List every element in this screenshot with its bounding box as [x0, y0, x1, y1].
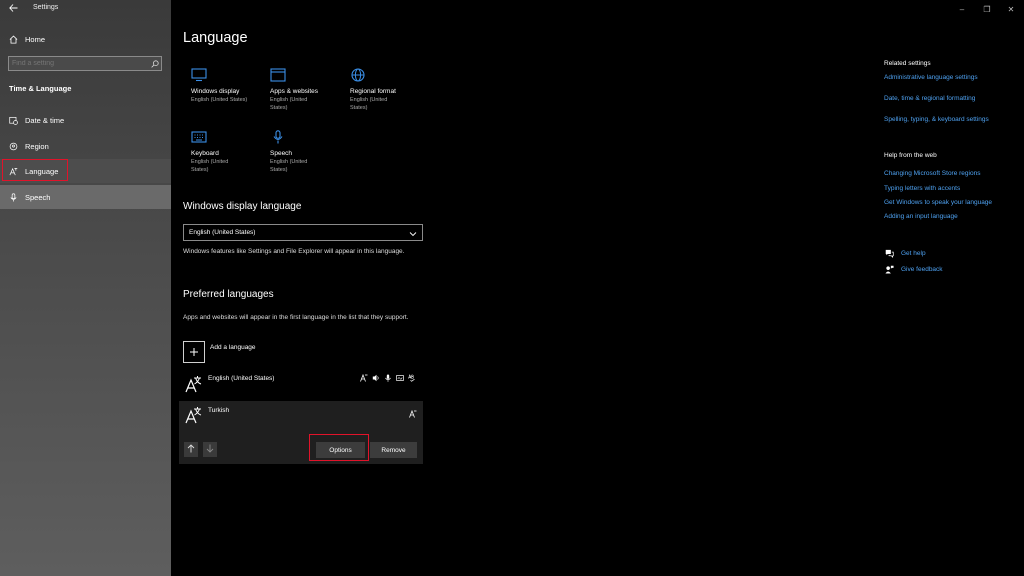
tile-name: Keyboard: [191, 150, 219, 157]
page-title: Language: [183, 30, 248, 46]
tile-name: Speech: [270, 150, 293, 157]
language-glyph-icon: [185, 375, 203, 393]
language-name: English (United States): [208, 375, 275, 382]
language-row-english[interactable]: English (United States): [179, 371, 423, 399]
get-help-row[interactable]: Get help: [884, 248, 926, 258]
microphone-icon: [270, 130, 286, 144]
title-bar: Settings: [0, 0, 171, 18]
app-title: Settings: [33, 4, 59, 11]
link-spelling-typing-keyboard[interactable]: Spelling, typing, & keyboard settings: [884, 116, 989, 123]
options-highlight-box: [309, 434, 369, 461]
speech-recognition-icon: [384, 374, 392, 382]
language-features: [360, 374, 416, 382]
arrow-up-icon: [187, 444, 195, 455]
tile-regional-format[interactable]: Regional format English (United States): [350, 68, 420, 112]
display-language-description: Windows features like Settings and File …: [183, 248, 405, 255]
language-name: Turkish: [208, 407, 230, 414]
link-administrative-language[interactable]: Administrative language settings: [884, 74, 978, 81]
preferred-languages-heading: Preferred languages: [183, 289, 274, 300]
tile-sub: English (United States): [270, 97, 308, 111]
display-language-feature-icon: [360, 374, 368, 382]
globe-pin-icon: [8, 141, 18, 151]
search-field[interactable]: [8, 56, 162, 71]
sidebar-item-date-time[interactable]: Date & time: [0, 108, 171, 132]
chat-help-icon: [884, 248, 894, 258]
display-language-heading: Windows display language: [183, 201, 302, 212]
sidebar-item-label: Date & time: [25, 115, 65, 125]
link-windows-speak-language[interactable]: Get Windows to speak your language: [884, 199, 992, 206]
move-up-button[interactable]: [184, 442, 198, 457]
give-feedback-link[interactable]: Give feedback: [901, 266, 943, 273]
search-icon[interactable]: [149, 58, 161, 70]
sidebar: Settings Home Time & Language Date & tim…: [0, 0, 171, 576]
add-language-button[interactable]: [183, 341, 205, 363]
handwriting-icon: [396, 374, 404, 382]
preferred-languages-description: Apps and websites will appear in the fir…: [183, 314, 409, 321]
give-feedback-row[interactable]: Give feedback: [884, 264, 943, 274]
close-button[interactable]: ✕: [1000, 0, 1022, 18]
help-from-web-title: Help from the web: [884, 152, 937, 159]
sidebar-item-label: Region: [25, 141, 49, 151]
nav-home[interactable]: Home: [0, 27, 171, 51]
minimize-button[interactable]: –: [951, 0, 973, 18]
tile-sub: English (United States): [191, 159, 229, 173]
get-help-link[interactable]: Get help: [901, 250, 926, 257]
language-glyph-icon: [185, 406, 203, 424]
window-icon: [270, 68, 286, 82]
tile-sub: English (United States): [350, 97, 388, 111]
tile-sub: English (United States): [270, 159, 308, 173]
tile-sub: English (United States): [191, 97, 248, 103]
arrow-down-icon: [206, 444, 214, 455]
sidebar-item-label: Speech: [25, 192, 51, 202]
remove-button[interactable]: Remove: [370, 442, 417, 458]
microphone-icon: [8, 192, 18, 202]
add-language-label[interactable]: Add a language: [210, 344, 256, 351]
back-arrow-icon[interactable]: [6, 3, 20, 15]
link-changing-store-regions[interactable]: Changing Microsoft Store regions: [884, 170, 980, 177]
nav-home-label: Home: [25, 34, 46, 44]
related-settings-title: Related settings: [884, 60, 931, 67]
language-highlight-box: [2, 159, 68, 181]
keyboard-icon: [191, 130, 207, 144]
plus-icon: [189, 345, 199, 360]
sidebar-item-region[interactable]: Region: [0, 134, 171, 158]
tile-keyboard[interactable]: Keyboard English (United States): [191, 130, 261, 174]
tile-speech[interactable]: Speech English (United States): [270, 130, 340, 174]
spell-check-icon: [408, 374, 416, 382]
tile-windows-display[interactable]: Windows display English (United States): [191, 68, 261, 105]
link-date-time-regional[interactable]: Date, time & regional formatting: [884, 95, 975, 102]
globe-icon: [350, 68, 366, 82]
text-to-speech-icon: [372, 374, 380, 382]
link-typing-accents[interactable]: Typing letters with accents: [884, 185, 960, 192]
feedback-person-icon: [884, 264, 894, 274]
search-input[interactable]: [9, 57, 149, 70]
tile-name: Regional format: [350, 88, 396, 95]
tile-name: Apps & websites: [270, 88, 319, 95]
tile-apps-websites[interactable]: Apps & websites English (United States): [270, 68, 340, 112]
tile-name: Windows display: [191, 88, 240, 95]
chevron-down-icon: [409, 224, 417, 242]
monitor-icon: [191, 68, 207, 82]
sidebar-item-speech[interactable]: Speech: [0, 185, 171, 209]
display-language-feature-icon: [409, 405, 417, 418]
calendar-clock-icon: [8, 115, 18, 125]
display-language-select[interactable]: English (United States): [183, 224, 423, 241]
display-language-value: English (United States): [189, 229, 256, 236]
link-adding-input-language[interactable]: Adding an input language: [884, 213, 958, 220]
restore-button[interactable]: ❐: [976, 0, 998, 18]
home-icon: [8, 34, 18, 44]
section-title: Time & Language: [9, 84, 72, 93]
move-down-button[interactable]: [203, 442, 217, 457]
